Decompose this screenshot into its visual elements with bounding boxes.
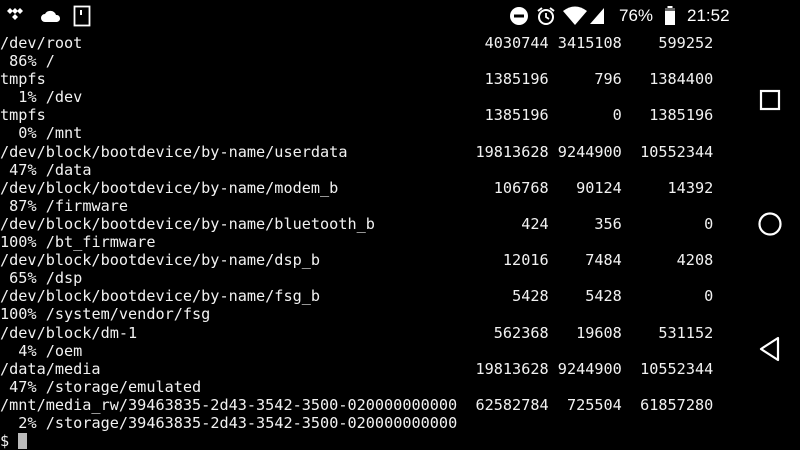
used: 796 [594,70,622,89]
df-row: /dev/block/bootdevice/by-name/userdata 1… [0,143,731,179]
df-row: /dev/root 4030744 3415108 599252 86% / [0,34,731,70]
wifi-icon [563,0,587,32]
cloud-icon [40,0,62,32]
filesystem: /data/media [0,359,101,378]
filesystem: /dev/block/bootdevice/by-name/fsg_b [0,287,321,306]
used: 3415108 [557,34,622,52]
used: 90124 [576,178,622,197]
mounted-on: /mnt [45,124,83,143]
df-row: tmpfs 1385196 796 1384400 1% /dev [0,70,731,106]
battery-percentage: 76% [619,6,654,25]
available: 0 [704,287,714,306]
df-row: /dev/block/dm-1 562368 19608 531152 4% /… [0,324,731,360]
size: 106768 [493,178,549,197]
use-percent: 47% [9,160,37,179]
filesystem: /dev/block/dm-1 [0,323,138,342]
mounted-on: /storage/emulated [45,377,202,396]
available: 1385196 [649,106,714,125]
tidal-icon [4,0,26,32]
used: 9244900 [557,142,622,161]
available: 10552344 [640,359,714,378]
terminal-output[interactable]: /dev/root 4030744 3415108 599252 86% / tm… [0,34,731,450]
shell-prompt[interactable]: $ [0,432,731,450]
sim-card-icon [73,0,91,32]
use-percent: 100% [0,233,37,252]
used: 9244900 [557,359,622,378]
prompt-symbol: $ [0,432,19,450]
use-percent: 100% [0,305,37,324]
mounted-on: /firmware [45,196,129,215]
filesystem: /dev/block/bootdevice/by-name/dsp_b [0,251,321,270]
size: 62582784 [475,395,549,414]
df-row: /mnt/media_rw/39463835-2d43-3542-3500-02… [0,396,731,432]
filesystem: tmpfs [0,106,46,125]
home-button[interactable] [740,194,800,254]
recents-button[interactable] [740,70,800,130]
df-row: /dev/block/bootdevice/by-name/modem_b 10… [0,179,731,215]
size: 19813628 [475,359,549,378]
mounted-on: / [45,52,55,71]
available: 4208 [676,251,714,270]
mounted-on: /dev [45,88,83,107]
size: 4030744 [484,34,549,52]
do-not-disturb-icon [509,0,529,32]
size: 5428 [512,287,549,306]
available: 1384400 [649,70,714,89]
used: 356 [594,214,622,233]
mounted-on: /storage/39463835-2d43-3542-3500-0200000… [45,413,458,432]
size: 1385196 [484,106,549,125]
use-percent: 2% [18,413,37,432]
battery-icon [664,0,676,32]
df-row: tmpfs 1385196 0 1385196 0% /mnt [0,106,731,142]
use-percent: 86% [9,52,37,71]
use-percent: 47% [9,377,37,396]
mounted-on: /system/vendor/fsg [45,305,211,324]
mounted-on: /oem [45,341,83,360]
df-row: /dev/block/bootdevice/by-name/bluetooth_… [0,215,731,251]
use-percent: 87% [9,196,37,215]
df-row: /data/media 19813628 9244900 10552344 47… [0,360,731,396]
used: 7484 [585,251,622,270]
mounted-on: /dsp [45,269,83,288]
back-button[interactable] [740,319,800,379]
cursor [18,433,28,450]
use-percent: 65% [9,269,37,288]
filesystem: /dev/block/bootdevice/by-name/modem_b [0,178,339,197]
recents-square-icon [759,89,781,111]
used: 0 [612,106,622,125]
used: 5428 [585,287,622,306]
available: 531152 [658,323,714,342]
available: 10552344 [640,142,714,161]
filesystem: tmpfs [0,70,46,89]
alarm-icon [536,0,556,32]
size: 1385196 [484,70,549,89]
mounted-on: /bt_firmware [45,233,156,252]
size: 19813628 [475,142,549,161]
cellular-signal-icon [589,0,605,32]
mounted-on: /data [45,160,92,179]
filesystem: /dev/root [0,34,83,52]
available: 0 [704,214,714,233]
size: 424 [521,214,549,233]
used: 19608 [576,323,622,342]
filesystem: /dev/block/bootdevice/by-name/userdata [0,142,348,161]
use-percent: 1% [18,88,37,107]
filesystem: /mnt/media_rw/39463835-2d43-3542-3500-02… [0,395,458,414]
use-percent: 0% [18,124,37,143]
size: 12016 [502,251,549,270]
status-bar: 76% 21:52 [0,0,800,32]
used: 725504 [566,395,622,414]
available: 61857280 [640,395,714,414]
df-row: /dev/block/bootdevice/by-name/fsg_b 5428… [0,287,731,323]
filesystem: /dev/block/bootdevice/by-name/bluetooth_… [0,214,375,233]
available: 14392 [667,178,714,197]
navigation-bar [740,32,800,450]
back-triangle-icon [759,336,780,362]
home-circle-icon [758,212,782,236]
df-row: /dev/block/bootdevice/by-name/dsp_b 1201… [0,251,731,287]
clock: 21:52 [687,6,730,25]
use-percent: 4% [18,341,37,360]
size: 562368 [493,323,549,342]
available: 599252 [658,34,714,52]
